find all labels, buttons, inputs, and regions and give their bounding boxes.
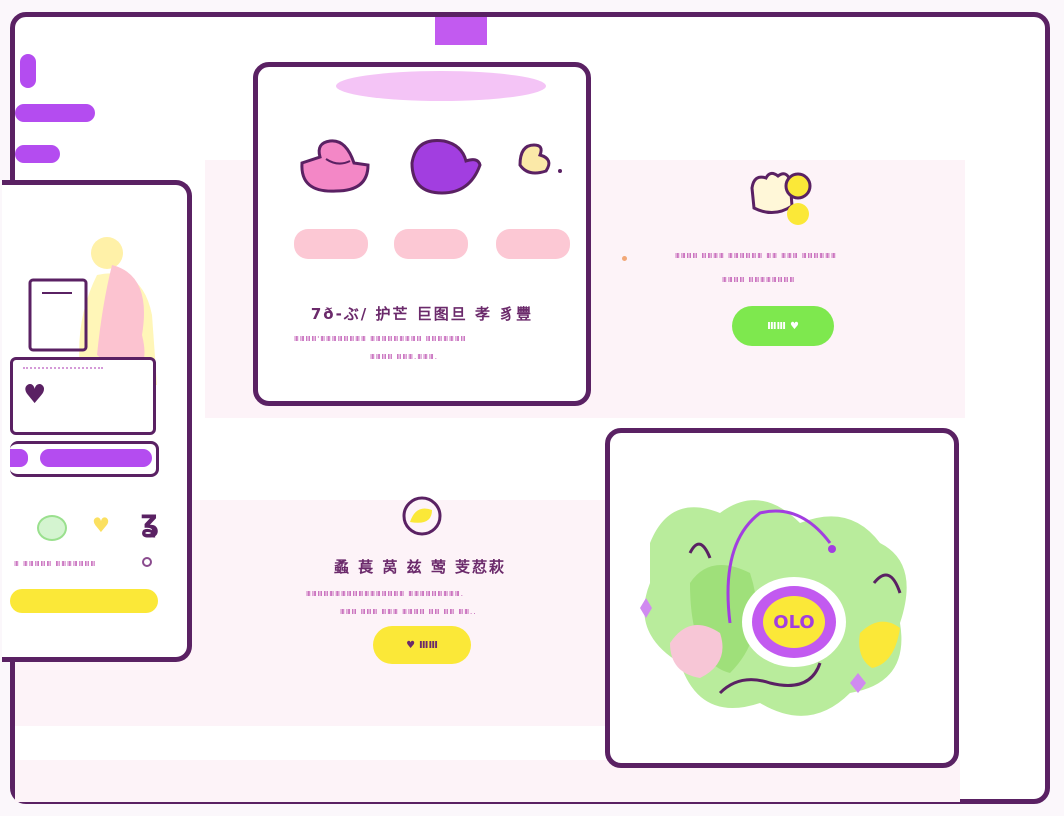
pill-3[interactable] [496,229,570,259]
sidebar-bar-1[interactable] [15,104,95,122]
main-card-line-1: ⅢⅢⅢⅢ'ⅢⅢⅢⅢⅢⅢⅢⅢ ⅢⅢⅢⅢⅢⅢⅢⅢⅢ ⅢⅢⅢⅢⅢⅢⅢ [294,335,467,343]
center-yellow-button[interactable]: ♥ ⅢⅢ [373,626,471,664]
progress-fill-b[interactable] [40,449,152,467]
center-yellow-button-label: ⅢⅢ [419,639,438,651]
squiggle-icon[interactable]: ʓ [140,507,159,537]
left-caption: Ⅲ ⅢⅢⅢⅢⅢ ⅢⅢⅢⅢⅢⅢⅢ [14,560,97,568]
bullet-dot [622,256,627,261]
heart-icon[interactable]: ♥ [23,382,46,408]
top-tab[interactable] [435,17,487,45]
left-card: ♥ ♥ ʓ Ⅲ ⅢⅢⅢⅢⅢ ⅢⅢⅢⅢⅢⅢⅢ [2,180,192,662]
sidebar-bar-2[interactable] [15,145,60,163]
olo-badge-text: OLO [773,611,815,633]
main-card: 7ð-ぶ/ 护芒 巨图旦 孝 豸豐 ⅢⅢⅢⅢ'ⅢⅢⅢⅢⅢⅢⅢⅢ ⅢⅢⅢⅢⅢⅢⅢⅢ… [253,62,591,406]
progress-track [10,441,159,477]
right-green-button[interactable]: ⅢⅢ ♥ [732,306,834,346]
center-heading: 蟊 萇 莴 兹 莺 芰荵萩 [333,558,507,576]
radio-icon[interactable] [142,557,152,567]
olo-badge-core: OLO [763,596,825,648]
flower-icon [750,171,812,225]
main-card-line-2: ⅢⅢⅢⅢ ⅢⅢⅢ.ⅢⅢⅢ. [370,353,438,361]
right-panel-line-1: ⅢⅢⅢⅢ ⅢⅢⅢⅢ ⅢⅢⅢⅢⅢⅢ ⅢⅢ ⅢⅢⅢ ⅢⅢⅢⅢⅢⅢ [675,252,837,260]
right-green-button-label: ⅢⅢ [767,320,786,332]
pill-2[interactable] [394,229,468,259]
right-panel-line-2: ⅢⅢⅢⅢ ⅢⅢⅢⅢⅢⅢⅢⅢ [722,276,796,284]
leaf-icon[interactable] [37,515,67,541]
heart-small-icon[interactable]: ♥ [92,515,110,535]
like-box[interactable]: ♥ [10,357,156,435]
heart-button-icon: ♥ [789,320,799,332]
cat-icon[interactable] [296,133,372,197]
box-dots [23,367,103,369]
pear-icon[interactable] [514,137,570,181]
center-line-1: ⅢⅢⅢⅢⅢⅢⅢⅢⅢⅢⅢⅢⅢⅢⅢⅢⅢ ⅢⅢⅢⅢⅢⅢⅢⅢⅢ. [306,590,464,598]
olo-badge[interactable]: OLO [742,577,846,667]
main-card-heading: 7ð-ぶ/ 护芒 巨图旦 孝 豸豐 [310,305,534,323]
sidebar-toggle[interactable] [20,54,36,88]
card-header-blob [336,71,546,101]
lemon-icon [402,496,442,536]
illustration-card: OLO [605,428,959,768]
heart-button-icon: ♥ [406,639,416,651]
left-yellow-button[interactable] [10,589,158,613]
pill-1[interactable] [294,229,368,259]
blob-icon[interactable] [406,135,484,197]
center-line-2: ⅢⅢⅢ ⅢⅢⅢ ⅢⅢⅢ ⅢⅢⅢⅢ ⅢⅢ ⅢⅢ ⅢⅢ.. [340,608,477,616]
olo-badge-inner: OLO [752,586,836,658]
progress-fill-a [10,449,28,467]
